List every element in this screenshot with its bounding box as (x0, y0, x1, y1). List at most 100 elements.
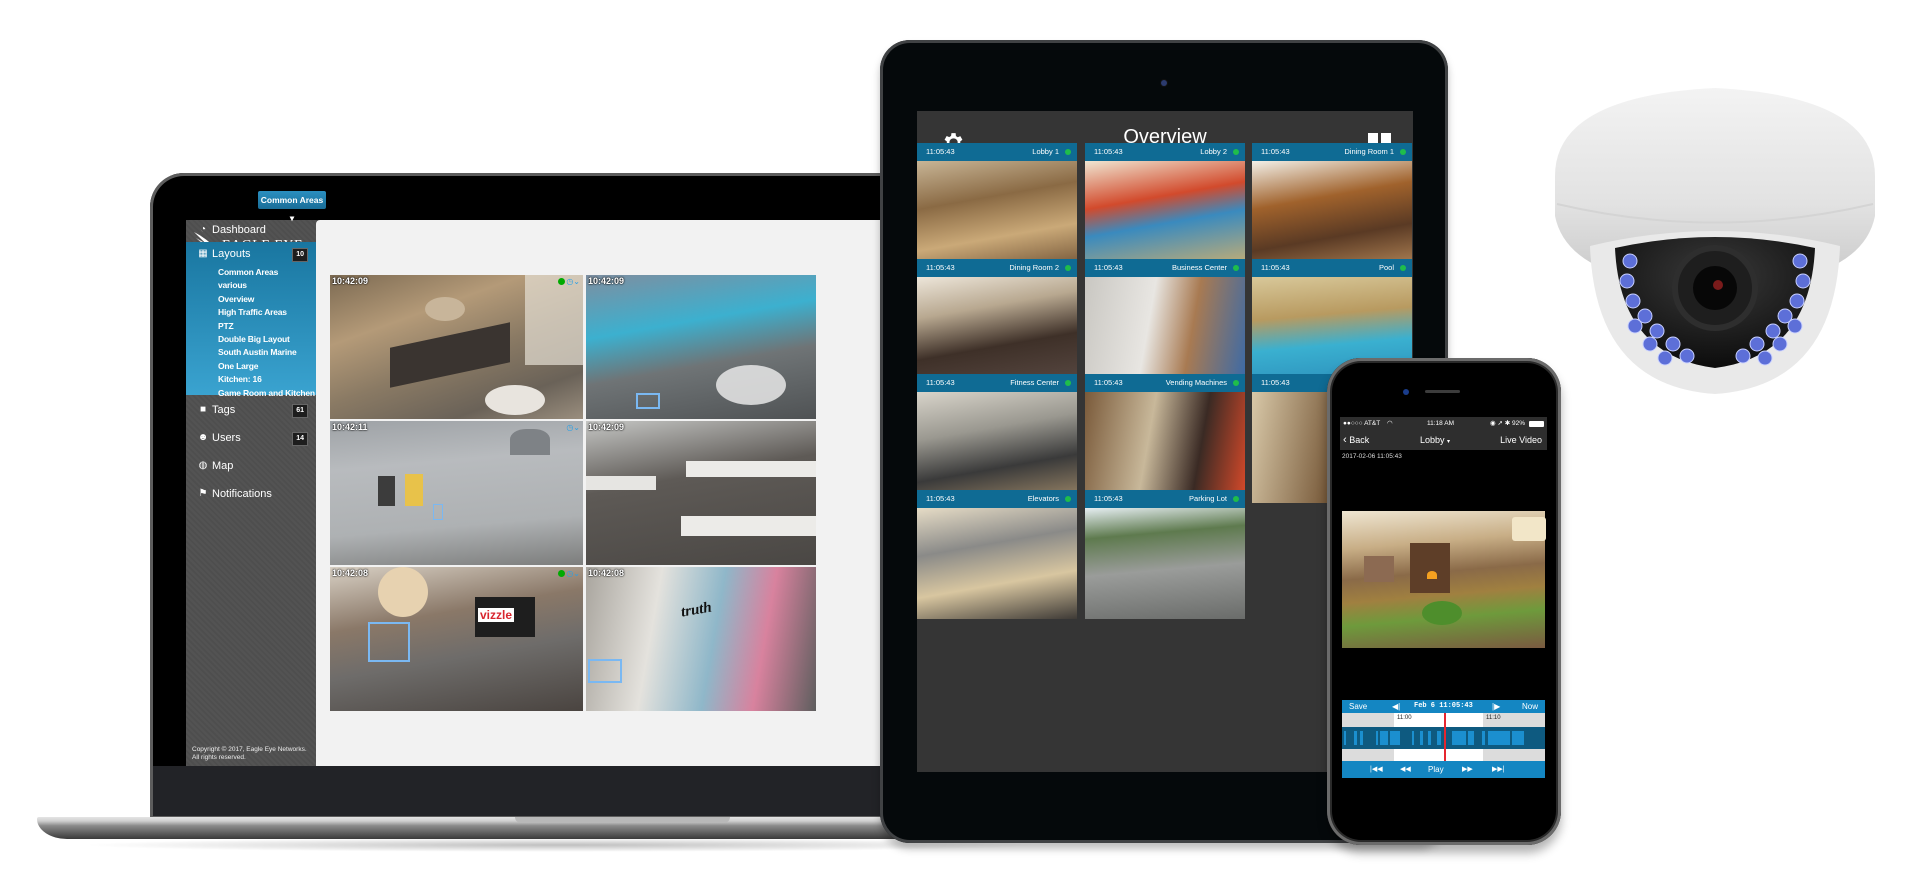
pendant-lamp (425, 297, 465, 321)
camera-controls[interactable]: ◷⌄ (558, 569, 580, 578)
camera-controls[interactable]: ◷⌄ (558, 277, 580, 286)
back-button[interactable]: ‹ Back (1343, 430, 1369, 450)
tile-video (1085, 161, 1245, 272)
motion-box (433, 504, 443, 520)
camera-feed[interactable]: truth 10:42:08 (586, 567, 816, 711)
live-status-icon (1065, 265, 1071, 271)
tile-time: 11:05:43 (1094, 147, 1123, 156)
chevron-down-icon: ⌄ (573, 569, 580, 578)
layout-dropdown[interactable]: Common Areas ▾ (258, 191, 326, 223)
layout-item[interactable]: Double Big Layout (218, 333, 313, 346)
users-count-badge: 14 (292, 432, 308, 446)
camera-tile[interactable]: 11:05:43 Parking Lot (1085, 490, 1245, 619)
laptop-screen: EAGLE EYE NETWORKS, INC. ◔ Dashboard ▦ L… (186, 220, 906, 766)
camera-tile[interactable]: 11:05:43 Lobby 1 (917, 143, 1077, 272)
sidebar-item-tags[interactable]: ■ Tags 61 (186, 398, 316, 422)
recording-segment (1412, 731, 1414, 745)
save-button[interactable]: Save (1349, 700, 1367, 713)
layout-item[interactable]: Kitchen: 16 (218, 373, 313, 386)
layout-item[interactable]: various (218, 279, 313, 292)
sidebar-item-users[interactable]: ☻ Users 14 (186, 426, 316, 450)
vizzle-sign: vizzle (478, 608, 515, 622)
ir-led (1749, 336, 1765, 352)
live-status-icon (1400, 265, 1406, 271)
camera-tile[interactable]: 11:05:43 Fitness Center (917, 374, 1077, 503)
camera-feed[interactable]: 10:42:09 ◷⌄ (330, 275, 583, 419)
tile-header: 11:05:43 Parking Lot (1085, 490, 1245, 508)
sidebar-item-layouts[interactable]: ▦ Layouts 10 (186, 242, 316, 266)
video-player[interactable] (1342, 511, 1546, 648)
recording-segment (1420, 731, 1423, 745)
next-icon[interactable]: |▶ (1492, 700, 1500, 713)
camera-timestamp: 10:42:09 (588, 276, 625, 286)
layout-item[interactable]: PTZ (218, 320, 313, 333)
camera-feed[interactable]: 10:42:11 ◷⌄ (330, 421, 583, 565)
now-button[interactable]: Now (1522, 700, 1538, 713)
tile-time: 11:05:43 (926, 263, 955, 272)
camera-tile[interactable]: 11:05:43 Business Center (1085, 259, 1245, 388)
camera-tile[interactable]: 11:05:43 Dining Room 2 (917, 259, 1077, 388)
skip-forward-icon[interactable]: ▶▶| (1492, 761, 1505, 778)
desk (686, 461, 816, 477)
copyright-line: Copyright © 2017, Eagle Eye Networks. (192, 746, 307, 753)
tile-header: 11:05:43 Vending Machines (1085, 374, 1245, 392)
globe-icon: ◍ (198, 460, 208, 471)
sidebar-item-map[interactable]: ◍ Map (186, 454, 316, 478)
sidebar-item-notifications[interactable]: ⚑ Notifications (186, 482, 316, 506)
tile-video (917, 277, 1077, 388)
camera-feed[interactable]: 10:42:09 (586, 421, 816, 565)
layout-item[interactable]: Overview (218, 293, 313, 306)
camera-tile[interactable]: 11:05:43 Dining Room 1 (1252, 143, 1412, 272)
tile-camera-name: Lobby 1 (1032, 147, 1059, 156)
layout-item[interactable]: South Austin Marine (218, 346, 313, 359)
layout-item[interactable]: High Traffic Areas (218, 306, 313, 319)
tile-camera-name: Dining Room 1 (1344, 147, 1394, 156)
camera-selector[interactable]: Lobby ▾ (1420, 430, 1450, 452)
users-icon: ☻ (197, 432, 209, 443)
recording-segment (1437, 731, 1441, 745)
sidebar-item-dashboard[interactable]: ◔ Dashboard (186, 220, 316, 242)
live-video-button[interactable]: Live Video (1500, 430, 1542, 450)
ir-led (1765, 323, 1781, 339)
motion-box (636, 393, 660, 409)
sidebar-item-label: Dashboard (212, 224, 266, 236)
camera-feed[interactable]: vizzle 10:42:08 ◷⌄ (330, 567, 583, 711)
camera-tile[interactable]: 11:05:43 Lobby 2 (1085, 143, 1245, 272)
ir-led (1619, 273, 1635, 289)
live-status-icon (1065, 380, 1071, 386)
camera-tile[interactable]: 11:05:43 Elevators (917, 490, 1077, 619)
tile-header: 11:05:43 Pool (1252, 259, 1412, 277)
layout-item[interactable]: Common Areas (218, 266, 313, 279)
playhead[interactable] (1443, 713, 1446, 761)
phone-screen: ●●○○○ AT&T ◠ 11:18 AM ◉ ➚ ✱ 92% ‹ Back L… (1340, 417, 1547, 787)
motion-box (368, 622, 410, 662)
ir-led (1627, 318, 1643, 334)
layout-item[interactable]: One Large (218, 360, 313, 373)
camera-controls[interactable]: ◷⌄ (566, 423, 580, 432)
table (485, 385, 545, 415)
recording-segment (1380, 731, 1388, 745)
tile-header: 11:05:43 Elevators (917, 490, 1077, 508)
play-button[interactable]: Play (1428, 761, 1444, 778)
fast-forward-icon[interactable]: ▶▶ (1462, 761, 1473, 778)
live-status-icon (1065, 149, 1071, 155)
camera-tile[interactable]: 11:05:43 Vending Machines (1085, 374, 1245, 503)
recording-segment (1390, 731, 1400, 745)
laptop-shadow (80, 838, 1040, 852)
wall-poster (378, 476, 395, 506)
previous-icon[interactable]: ◀| (1392, 700, 1400, 713)
layouts-section: ▦ Layouts 10 Common Areas various Overvi… (186, 242, 316, 398)
rewind-icon[interactable]: ◀◀ (1400, 761, 1411, 778)
grid-icon: ▦ (198, 248, 208, 259)
ir-led (1625, 293, 1641, 309)
camera-timestamp: 10:42:11 (332, 422, 368, 432)
tile-header: 11:05:43 Fitness Center (917, 374, 1077, 392)
fireplace (1410, 543, 1450, 593)
live-status-icon (1233, 265, 1239, 271)
layout-dropdown-label: Common Areas (260, 195, 324, 205)
camera-feed[interactable]: 10:42:09 (586, 275, 816, 419)
tile-camera-name: Vending Machines (1165, 378, 1227, 387)
skip-back-icon[interactable]: |◀◀ (1370, 761, 1383, 778)
live-status-icon (1233, 496, 1239, 502)
recording-segment (1360, 731, 1363, 745)
